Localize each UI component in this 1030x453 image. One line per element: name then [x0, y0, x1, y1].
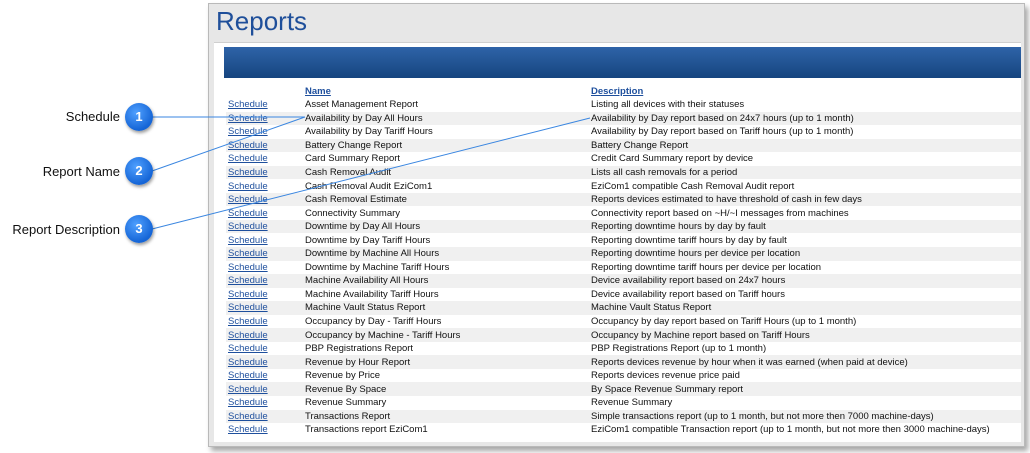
callout-label-report-description: Report Description — [12, 222, 120, 237]
callout-badge-2: 2 — [125, 157, 153, 185]
callout-label-report-name: Report Name — [42, 164, 120, 179]
callout-badge-3: 3 — [125, 215, 153, 243]
leader-line-2 — [151, 116, 306, 172]
callout-badge-1: 1 — [125, 103, 153, 131]
callout-leaders — [151, 116, 591, 230]
callout-label-schedule: Schedule — [65, 109, 120, 124]
leader-line-3 — [151, 117, 591, 230]
